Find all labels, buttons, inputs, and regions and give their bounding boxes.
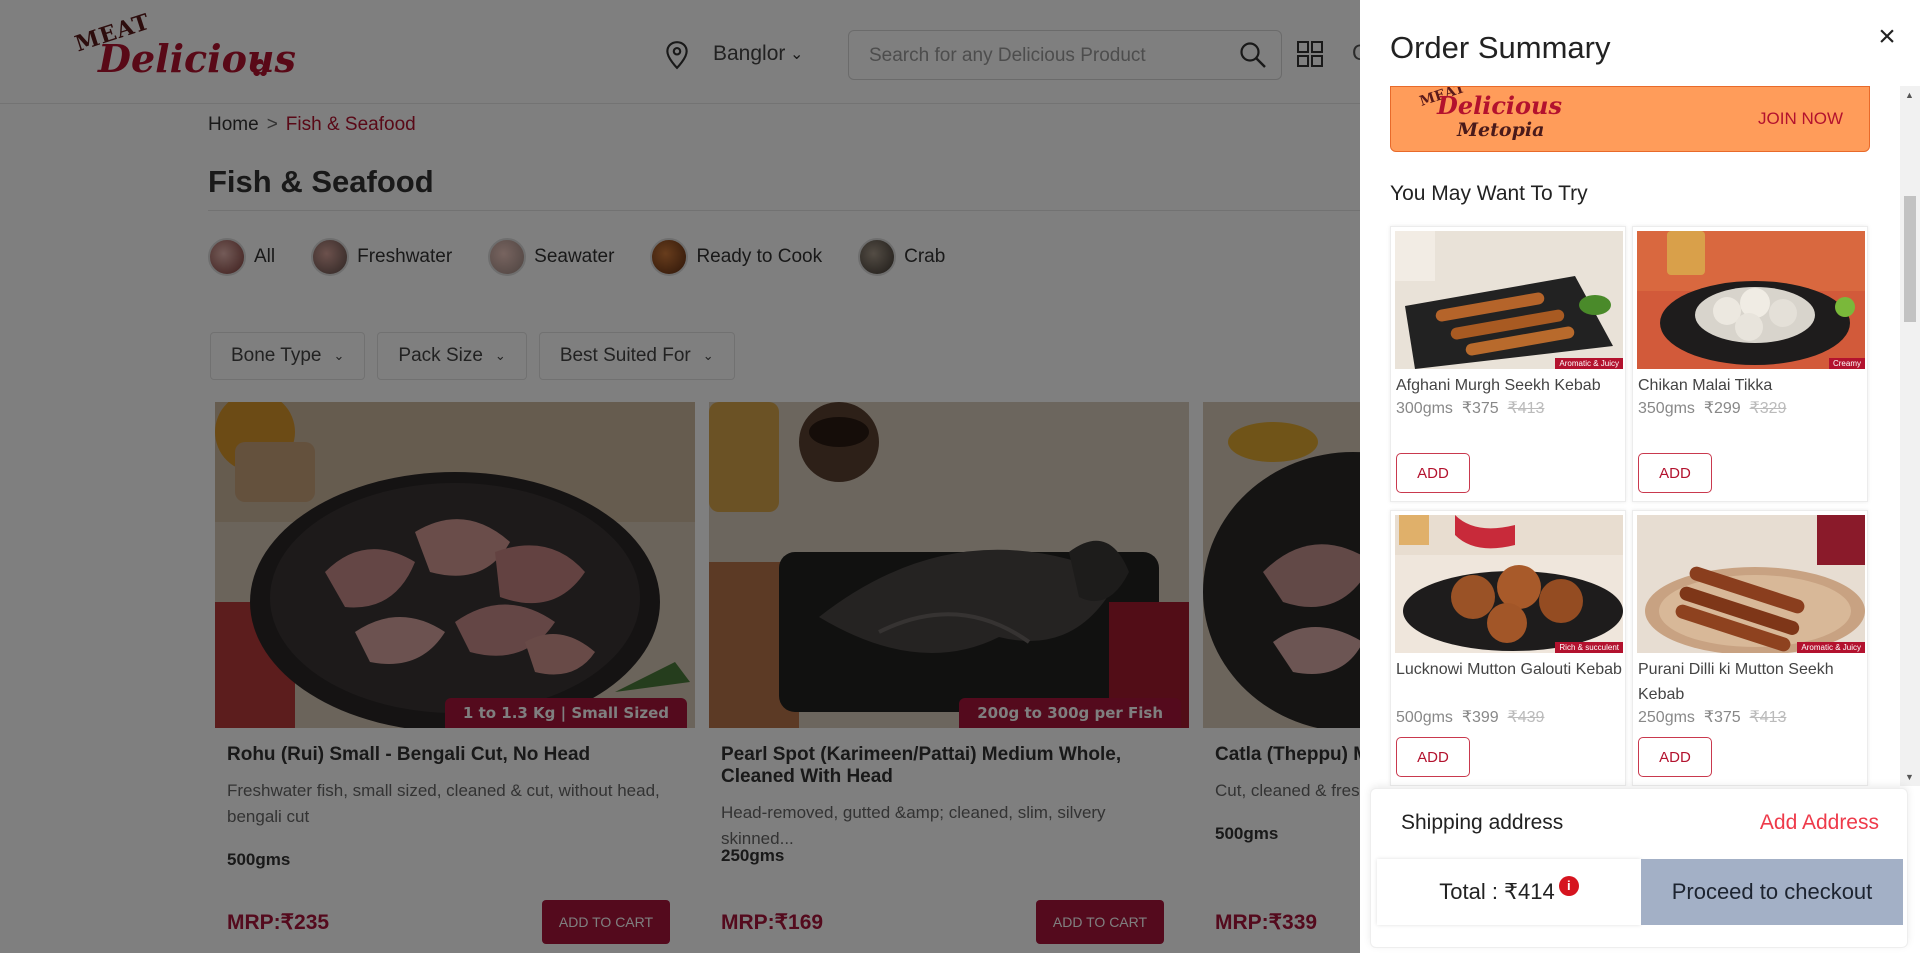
suggestion-image[interactable]: Aromatic & Juicy xyxy=(1637,515,1865,653)
banner-logo-delicious: Delicious xyxy=(1437,91,1563,120)
flavor-badge: Aromatic & Juicy xyxy=(1797,642,1865,653)
join-now-link[interactable]: JOIN NOW xyxy=(1758,109,1843,129)
modal-backdrop[interactable] xyxy=(0,0,1360,953)
suggestion-sale-price: ₹299 xyxy=(1703,400,1741,417)
flavor-badge: Aromatic & Juicy xyxy=(1555,358,1623,369)
suggestion-weight: 500gms xyxy=(1396,709,1453,726)
suggestion-mrp: ₹413 xyxy=(1749,709,1787,726)
suggestion-sale-price: ₹375 xyxy=(1703,709,1741,726)
suggestion-card[interactable]: Rich & succulent Lucknowi Mutton Galouti… xyxy=(1390,510,1626,786)
suggestion-sale-price: ₹399 xyxy=(1461,709,1499,726)
proceed-to-checkout-button[interactable]: Proceed to checkout xyxy=(1641,859,1903,925)
suggestion-price: 300gms ₹375 ₹413 xyxy=(1396,398,1544,418)
suggestion-mrp: ₹329 xyxy=(1749,400,1787,417)
scrollbar-thumb[interactable] xyxy=(1904,196,1916,322)
drawer-scroll-area[interactable]: MEAT Delicious Metopia JOIN NOW You May … xyxy=(1360,86,1900,786)
suggestion-mrp: ₹413 xyxy=(1507,400,1545,417)
add-button[interactable]: ADD xyxy=(1396,453,1470,493)
add-address-link[interactable]: Add Address xyxy=(1760,811,1879,835)
suggestion-weight: 250gms xyxy=(1638,709,1695,726)
suggestion-name[interactable]: Chikan Malai Tikka xyxy=(1638,373,1864,398)
suggestion-name[interactable]: Lucknowi Mutton Galouti Kebab xyxy=(1396,657,1622,682)
suggestion-weight: 350gms xyxy=(1638,400,1695,417)
suggestion-price: 350gms ₹299 ₹329 xyxy=(1638,398,1786,418)
suggestion-card[interactable]: Aromatic & Juicy Afghani Murgh Seekh Keb… xyxy=(1390,226,1626,502)
suggestion-sale-price: ₹375 xyxy=(1461,400,1499,417)
suggestion-name[interactable]: Purani Dilli ki Mutton Seekh Kebab xyxy=(1638,657,1864,707)
add-button[interactable]: ADD xyxy=(1638,737,1712,777)
membership-banner[interactable]: MEAT Delicious Metopia JOIN NOW xyxy=(1390,86,1870,152)
suggestion-price: 500gms ₹399 ₹439 xyxy=(1396,707,1544,727)
suggestion-name[interactable]: Afghani Murgh Seekh Kebab xyxy=(1396,373,1622,398)
flavor-badge: Rich & succulent xyxy=(1555,642,1623,653)
scroll-down-arrow-icon[interactable]: ▼ xyxy=(1905,772,1914,782)
order-total: Total : ₹414 i xyxy=(1377,859,1641,925)
checkout-footer: Shipping address Add Address Total : ₹41… xyxy=(1370,788,1908,948)
total-amount: Total : ₹414 xyxy=(1439,879,1555,904)
suggestion-image[interactable]: Aromatic & Juicy xyxy=(1395,231,1623,369)
suggestion-mrp: ₹439 xyxy=(1507,709,1545,726)
suggestion-card[interactable]: Creamy Chikan Malai Tikka 350gms ₹299 ₹3… xyxy=(1632,226,1868,502)
shipping-address-label: Shipping address xyxy=(1401,811,1564,834)
close-icon[interactable]: × xyxy=(1872,22,1902,52)
drawer-scrollbar[interactable]: ▲ ▼ xyxy=(1900,86,1920,786)
suggestion-price: 250gms ₹375 ₹413 xyxy=(1638,707,1786,727)
suggestions-heading: You May Want To Try xyxy=(1390,182,1588,205)
suggestion-image[interactable]: Rich & succulent xyxy=(1395,515,1623,653)
suggestion-weight: 300gms xyxy=(1396,400,1453,417)
flavor-badge: Creamy xyxy=(1828,358,1865,369)
add-button[interactable]: ADD xyxy=(1638,453,1712,493)
scroll-up-arrow-icon[interactable]: ▲ xyxy=(1905,90,1914,100)
info-icon[interactable]: i xyxy=(1558,876,1579,896)
suggestion-image[interactable]: Creamy xyxy=(1637,231,1865,369)
suggestion-card[interactable]: Aromatic & Juicy Purani Dilli ki Mutton … xyxy=(1632,510,1868,786)
banner-logo-metopia: Metopia xyxy=(1457,119,1545,141)
add-button[interactable]: ADD xyxy=(1396,737,1470,777)
drawer-title: Order Summary xyxy=(1390,30,1611,65)
